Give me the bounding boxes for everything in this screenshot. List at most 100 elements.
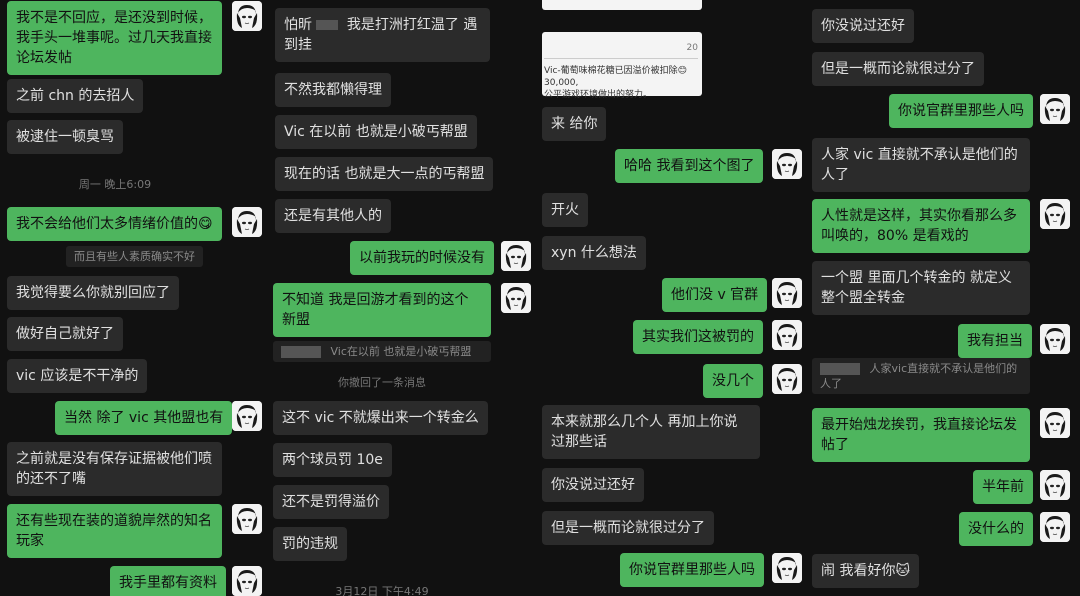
avatar[interactable] <box>772 553 802 583</box>
quoted-reply[interactable]: Vic在以前 也就是小破丐帮盟 <box>273 341 491 362</box>
avatar[interactable] <box>232 1 262 31</box>
message-bubble[interactable]: 哈哈 我看到这个图了 <box>615 149 764 183</box>
avatar-face-icon <box>1040 324 1070 354</box>
message-bubble[interactable]: 但是一概而论就很过分了 <box>542 511 714 545</box>
message-bubble[interactable]: 来 给你 <box>542 107 607 141</box>
message-bubble[interactable]: 开火 <box>542 193 588 227</box>
redacted-block <box>316 20 339 30</box>
message-bubble[interactable]: 不然我都懒得理 <box>275 73 391 107</box>
message-bubble[interactable]: 现在的话 也就是大一点的丐帮盟 <box>275 157 494 191</box>
message-bubble[interactable]: 一个盟 里面几个转金的 就定义整个盟全转金 <box>812 261 1030 315</box>
redacted-block <box>820 363 860 375</box>
avatar-face-icon <box>772 278 802 308</box>
avatar[interactable] <box>1040 324 1070 354</box>
message-bubble[interactable]: 还有些现在装的道貌岸然的知名玩家 <box>7 504 222 558</box>
avatar-face-icon <box>1040 470 1070 500</box>
message-bubble[interactable]: 你没说过还好 <box>542 468 644 502</box>
message-bubble[interactable]: 其实我们这被罚的 <box>633 320 763 354</box>
avatar-face-icon <box>1040 199 1070 229</box>
message-bubble[interactable]: 当然 除了 vic 其他盟也有 <box>55 401 233 435</box>
message-bubble[interactable]: 被逮住一顿臭骂 <box>7 120 123 154</box>
message-bubble[interactable]: 我不会给他们太多情绪价值的😋 <box>7 207 222 241</box>
avatar[interactable] <box>1040 408 1070 438</box>
avatar[interactable] <box>772 364 802 394</box>
message-bubble[interactable]: 我觉得要么你就别回应了 <box>7 276 179 310</box>
message-bubble[interactable]: 但是一概而论就很过分了 <box>812 52 984 86</box>
message-bubble[interactable]: 人家 vic 直接就不承认是他们的人了 <box>812 138 1030 192</box>
message-bubble[interactable]: 这不 vic 不就爆出来一个转金么 <box>273 401 488 435</box>
message-bubble[interactable]: 之前就是没有保存证据被他们喷的还不了嘴 <box>7 442 222 496</box>
chat-panel-3: 20 Vic-葡萄味棉花糖已因溢价被扣除😊30,000, 公平游戏环境做出的努力… <box>540 0 810 596</box>
message-bubble[interactable]: 以前我玩的时候没有 <box>350 241 494 275</box>
avatar-face-icon <box>501 241 531 271</box>
avatar-face-icon <box>772 553 802 583</box>
avatar[interactable] <box>1040 512 1070 542</box>
recall-notice: 你撤回了一条消息 <box>338 376 426 389</box>
message-bubble[interactable]: 怕昕 我是打洲打红温了 遇到挂 <box>275 8 490 62</box>
message-bubble[interactable]: 还不是罚得溢价 <box>273 485 389 519</box>
message-bubble[interactable]: 没几个 <box>703 364 763 398</box>
avatar-face-icon <box>232 401 262 431</box>
avatar[interactable] <box>1040 470 1070 500</box>
message-bubble[interactable]: 你说官群里那些人吗 <box>889 94 1033 128</box>
avatar-face-icon <box>772 320 802 350</box>
timestamp: 3月12日 下午4:49 <box>335 585 429 596</box>
timestamp: 周一 晚上6:09 <box>78 178 152 191</box>
avatar-face-icon <box>1040 94 1070 124</box>
message-bubble[interactable]: 最开始烛龙挨罚，我直接论坛发帖了 <box>812 408 1030 462</box>
avatar[interactable] <box>232 207 262 237</box>
avatar[interactable] <box>501 283 531 313</box>
quoted-reply[interactable]: 而且有些人素质确实不好 <box>66 246 203 267</box>
quote-text: Vic在以前 也就是小破丐帮盟 <box>330 345 472 358</box>
message-bubble[interactable]: vic 应该是不干净的 <box>7 359 148 393</box>
message-bubble[interactable]: 做好自己就好了 <box>7 317 123 351</box>
avatar[interactable] <box>772 149 802 179</box>
message-bubble[interactable]: 半年前 <box>973 470 1033 504</box>
avatar-face-icon <box>501 283 531 313</box>
message-bubble[interactable]: 他们没 v 官群 <box>662 278 768 312</box>
avatar-face-icon <box>772 149 802 179</box>
card-line: 公平游戏环境做出的努力。 <box>544 90 653 100</box>
message-bubble[interactable]: Vic 在以前 也就是小破丐帮盟 <box>275 115 477 149</box>
message-text: 我是打洲打红温了 遇到挂 <box>284 17 478 53</box>
message-bubble[interactable]: 没什么的 <box>959 512 1033 546</box>
card-number: 20 <box>686 43 698 53</box>
chat-panel-2: 怕昕 我是打洲打红温了 遇到挂 不然我都懒得理 Vic 在以前 也就是小破丐帮盟… <box>270 0 540 596</box>
message-bubble[interactable]: 之前 chn 的去招人 <box>7 79 144 113</box>
avatar[interactable] <box>232 504 262 534</box>
message-text: 怕昕 <box>284 17 312 33</box>
avatar-face-icon <box>772 364 802 394</box>
message-bubble[interactable]: 本来就那么几个人 再加上你说过那些话 <box>542 405 760 459</box>
image-thumbnail[interactable] <box>542 0 702 10</box>
message-bubble[interactable]: 你说官群里那些人吗 <box>620 553 764 587</box>
message-bubble[interactable]: 你没说过还好 <box>812 9 914 43</box>
avatar-face-icon <box>232 504 262 534</box>
chat-panel-1: 我不是不回应，是还没到时候，我手头一堆事呢。过几天我直接论坛发帖 之前 chn … <box>0 0 270 596</box>
chat-panel-4: 你没说过还好 但是一概而论就很过分了 你说官群里那些人吗 人家 vic 直接就不… <box>810 0 1080 596</box>
card-line: Vic-葡萄味棉花糖已因溢价被扣除😊30,000, <box>544 58 698 89</box>
quoted-reply[interactable]: 人家vic直接就不承认是他们的人了 <box>812 358 1030 394</box>
message-bubble[interactable]: 两个球员罚 10e <box>273 443 392 477</box>
avatar-face-icon <box>1040 408 1070 438</box>
message-bubble[interactable]: 闹 我看好你🐱 <box>812 554 920 588</box>
avatar-face-icon <box>232 1 262 31</box>
message-bubble[interactable]: 不知道 我是回游才看到的这个新盟 <box>273 283 491 337</box>
avatar[interactable] <box>501 241 531 271</box>
message-bubble[interactable]: 罚的违规 <box>273 527 347 561</box>
message-bubble[interactable]: 还是有其他人的 <box>275 199 391 233</box>
message-bubble[interactable]: 人性就是这样，其实你看那么多叫唤的，80% 是看戏的 <box>812 199 1030 253</box>
message-bubble[interactable]: 我手里都有资料 <box>110 566 226 596</box>
avatar[interactable] <box>1040 199 1070 229</box>
message-bubble[interactable]: xyn 什么想法 <box>542 236 646 270</box>
message-bubble[interactable]: 我不是不回应，是还没到时候，我手头一堆事呢。过几天我直接论坛发帖 <box>7 1 222 75</box>
redacted-block <box>281 346 321 358</box>
avatar-face-icon <box>1040 512 1070 542</box>
avatar[interactable] <box>1040 94 1070 124</box>
avatar[interactable] <box>772 320 802 350</box>
message-bubble[interactable]: 我有担当 <box>958 324 1032 358</box>
avatar[interactable] <box>232 401 262 431</box>
avatar[interactable] <box>772 278 802 308</box>
avatar-face-icon <box>232 207 262 237</box>
image-thumbnail[interactable]: 20 Vic-葡萄味棉花糖已因溢价被扣除😊30,000, 公平游戏环境做出的努力… <box>542 32 702 100</box>
avatar[interactable] <box>232 566 262 596</box>
